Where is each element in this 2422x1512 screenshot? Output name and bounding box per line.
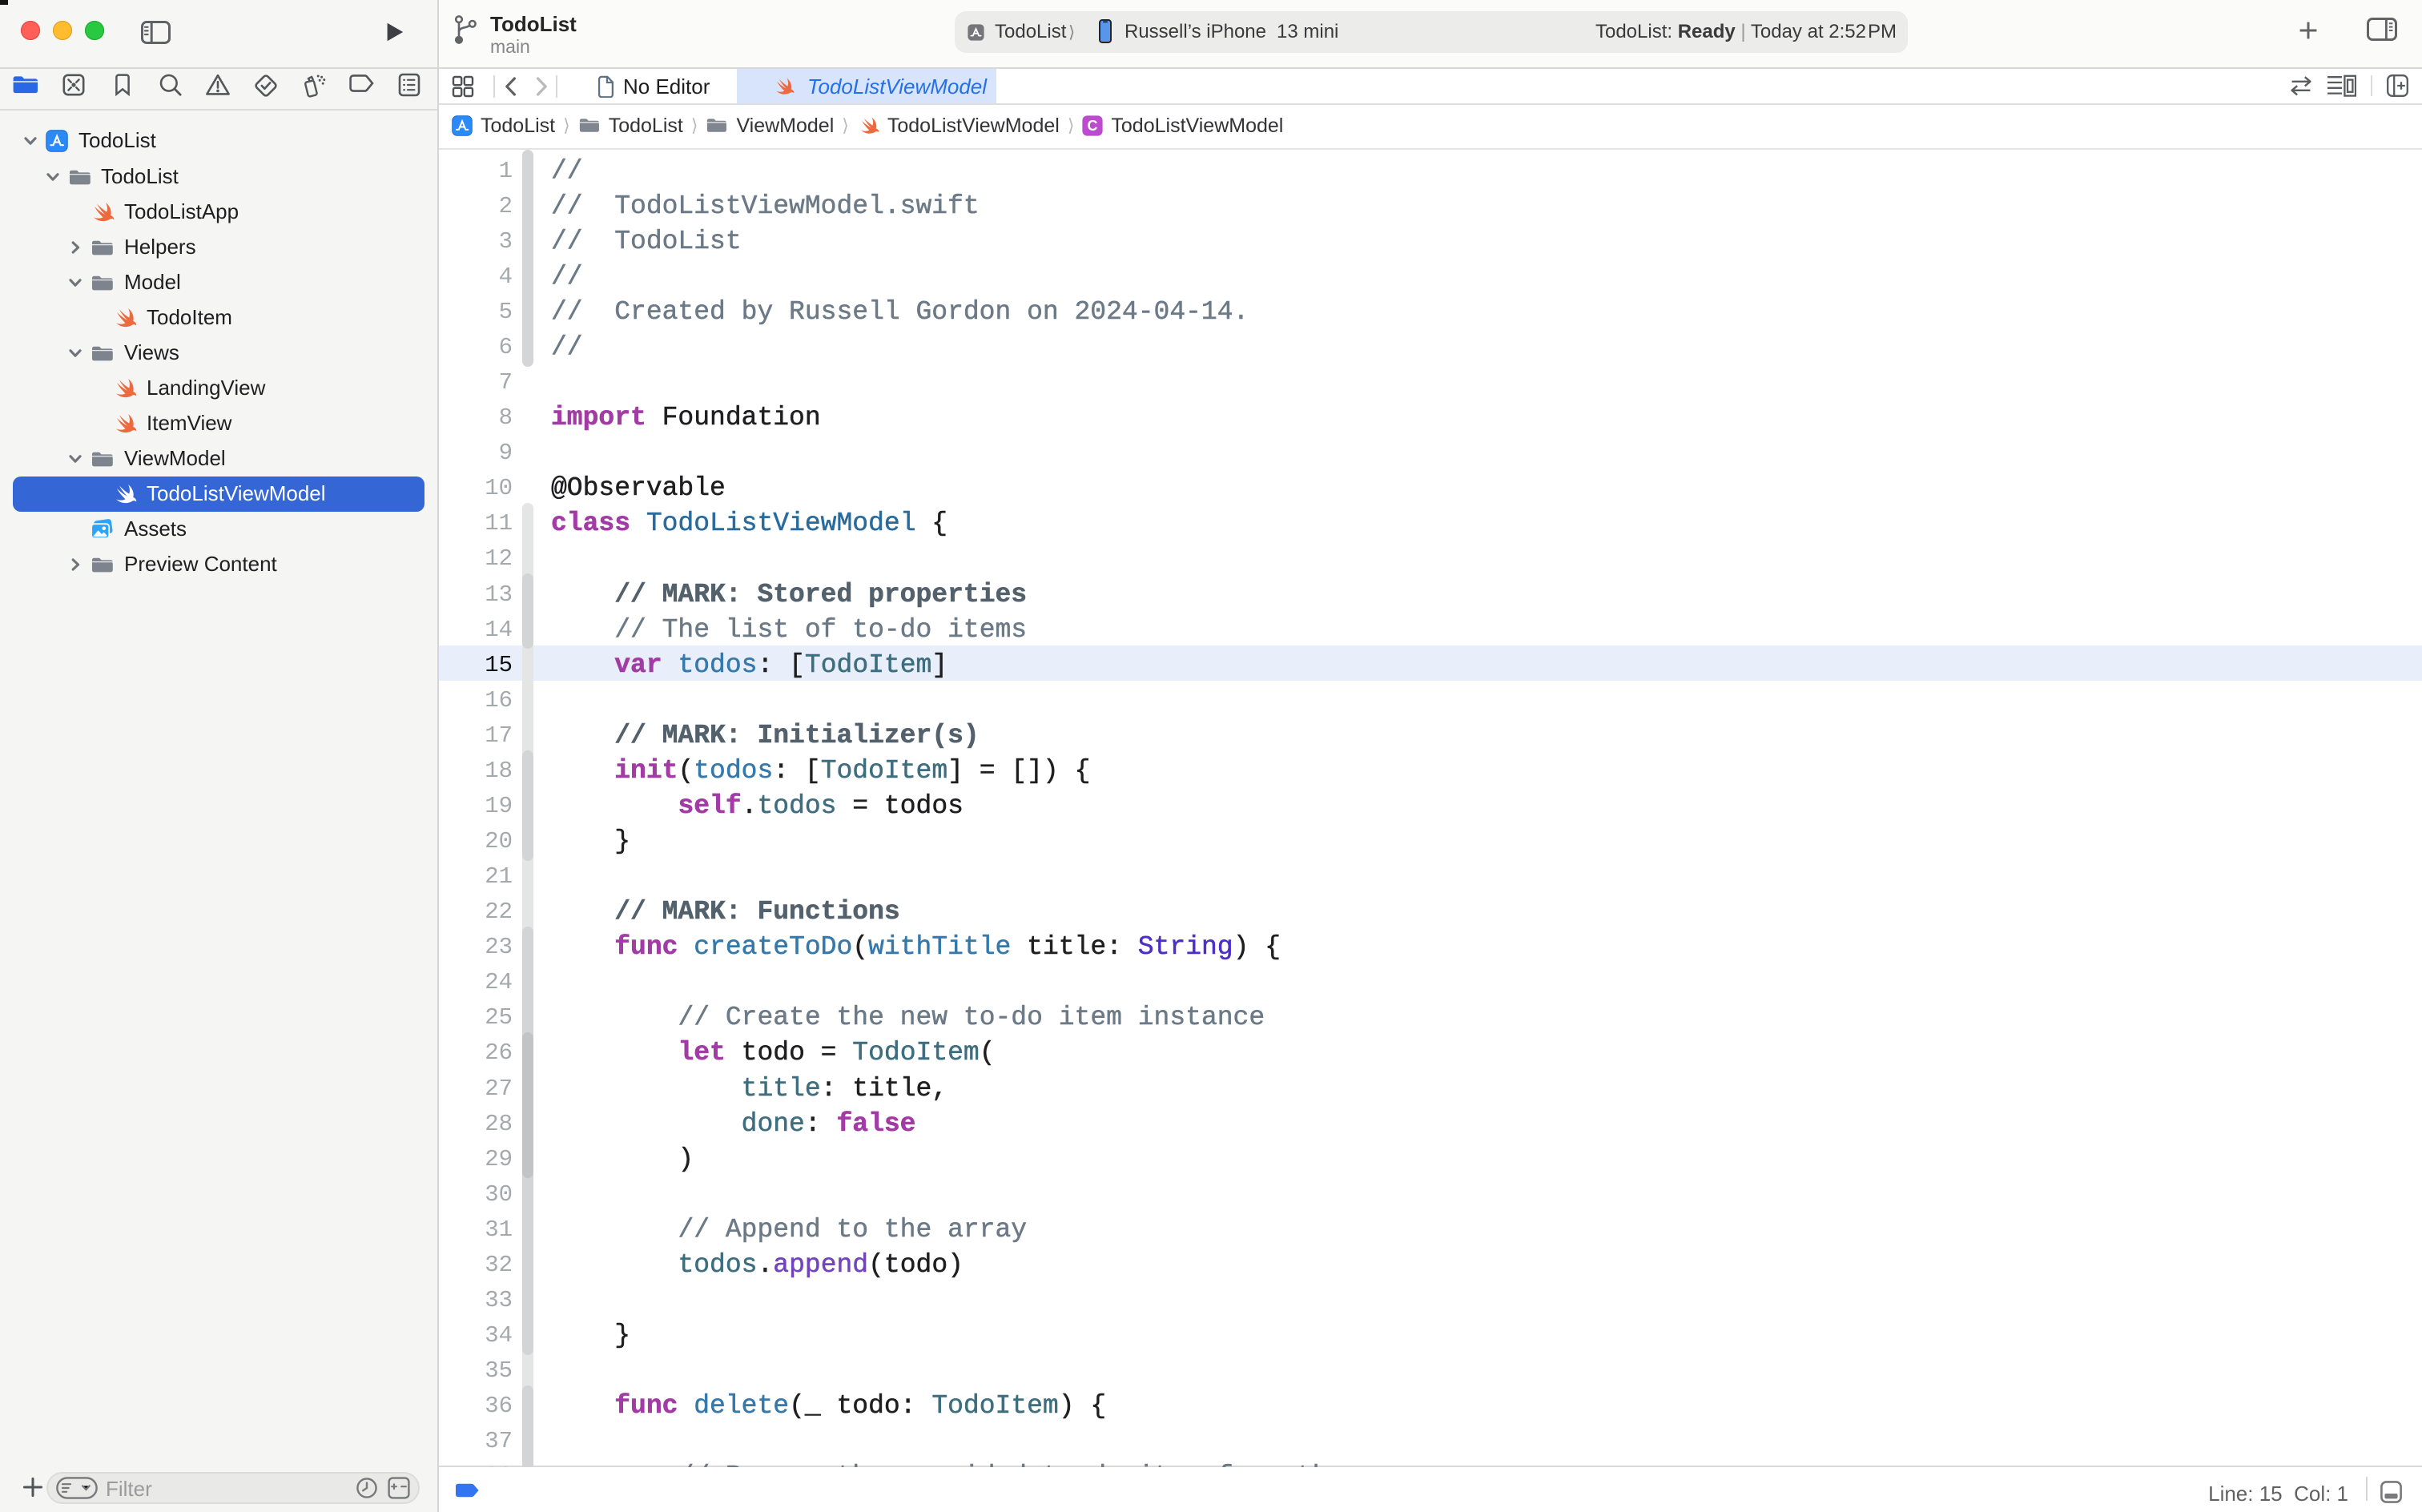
svg-text:C: C	[1088, 118, 1098, 134]
